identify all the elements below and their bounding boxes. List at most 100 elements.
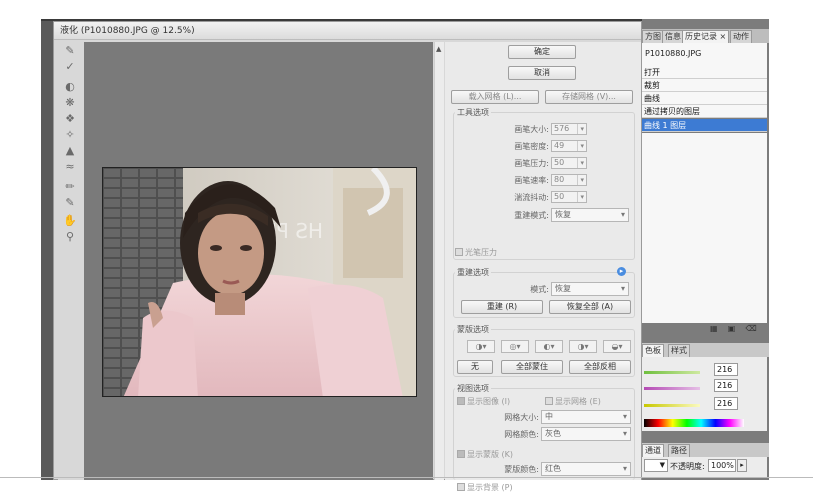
hand-icon[interactable]: ✋ — [62, 214, 78, 228]
replace-selection-icon[interactable]: ◑▾ — [467, 340, 495, 353]
show-backdrop-label: 显示背景 (P) — [467, 483, 513, 492]
panel-scrollbar[interactable]: ▲ — [434, 42, 444, 480]
liquify-dialog: 液化 (P1010880.JPG @ 12.5%) ✎ ✓ ◐ ❋ ❖ ✧ ▲ … — [53, 21, 642, 492]
scroll-up-icon[interactable]: ▲ — [436, 45, 441, 53]
zoom-icon[interactable]: ⚲ — [62, 230, 78, 244]
mask-all-button[interactable]: 全部蒙住 — [501, 360, 563, 374]
show-backdrop-checkbox[interactable]: 显示背景 (P) — [457, 482, 513, 493]
mask-options-title: 蒙版选项 — [455, 324, 491, 335]
brush-density-label: 画笔密度: — [514, 142, 549, 151]
add-to-selection-icon[interactable]: ◎▾ — [501, 340, 529, 353]
color-value-1[interactable]: 216 — [714, 363, 738, 376]
bloat-icon[interactable]: ❖ — [62, 112, 78, 126]
color-value-3[interactable]: 216 — [714, 397, 738, 410]
tab-histogram[interactable]: 方图 — [642, 30, 664, 43]
turbulent-jitter-label: 湍流抖动: — [514, 193, 549, 202]
tab-channels[interactable]: 通道 — [642, 444, 664, 457]
trash-icon[interactable]: ⌫ — [745, 324, 756, 333]
brush-pressure-field[interactable]: 50 — [551, 157, 587, 169]
history-tabs: 方图 信息 历史记录 × 动作 — [642, 29, 770, 43]
invert-selection-icon[interactable]: ◒▾ — [603, 340, 631, 353]
brush-rate-field[interactable]: 80 — [551, 174, 587, 186]
checkbox-box[interactable] — [545, 397, 553, 405]
mesh-color-select[interactable]: 灰色 — [541, 427, 631, 441]
forward-warp-icon[interactable]: ✎ — [62, 44, 78, 58]
show-image-checkbox[interactable]: 显示图像 (I) — [457, 396, 510, 407]
save-mesh-button[interactable]: 存储网格 (V)... — [545, 90, 633, 104]
color-slider-3[interactable] — [644, 404, 700, 407]
twirl-icon[interactable]: ◐ — [62, 80, 78, 94]
show-mask-checkbox[interactable]: 显示蒙版 (K) — [457, 449, 513, 460]
brush-density-field[interactable]: 49 — [551, 140, 587, 152]
load-mesh-button[interactable]: 载入网格 (L)... — [451, 90, 539, 104]
push-left-icon[interactable]: ✧ — [62, 128, 78, 142]
reconstruct-icon[interactable]: ✓ — [62, 60, 78, 74]
show-mask-label: 显示蒙版 (K) — [467, 450, 514, 459]
liquify-toolbar: ✎ ✓ ◐ ❋ ❖ ✧ ▲ ≈ ✏ ✎ ✋ ⚲ — [58, 42, 84, 480]
history-item-curves-layer[interactable]: 曲线 1 图层 — [642, 119, 767, 132]
intersect-selection-icon[interactable]: ◑▾ — [569, 340, 597, 353]
history-item-open[interactable]: 打开 — [642, 66, 767, 79]
color-value-2[interactable]: 216 — [714, 379, 738, 392]
snapshot-name: P1010880.JPG — [645, 49, 702, 58]
checkbox-box[interactable] — [457, 450, 465, 458]
history-item-crop[interactable]: 裁剪 — [642, 79, 767, 92]
tab-swatches[interactable]: 色板 — [642, 344, 664, 357]
snapshot-icon[interactable]: ▣ — [728, 324, 736, 333]
cancel-button[interactable]: 取消 — [508, 66, 576, 80]
tab-styles[interactable]: 样式 — [668, 344, 690, 357]
tab-actions[interactable]: 动作 — [730, 30, 752, 43]
stylus-pressure-checkbox[interactable]: 光笔压力 — [455, 247, 497, 258]
mask-color-select[interactable]: 红色 — [541, 462, 631, 476]
color-ramp[interactable] — [644, 419, 744, 427]
color-slider-1[interactable] — [644, 371, 700, 374]
history-item-layer-via-copy[interactable]: 通过拷贝的图层 — [642, 105, 767, 118]
mesh-size-select[interactable]: 中 — [541, 410, 631, 424]
preview-photo[interactable]: HS PLACE — [102, 167, 417, 397]
turbulence-icon[interactable]: ≈ — [62, 160, 78, 174]
invert-all-button[interactable]: 全部反相 — [569, 360, 631, 374]
reconstruct-mode-select[interactable]: 恢复 — [551, 282, 629, 296]
checkbox-box[interactable] — [455, 248, 463, 256]
checkbox-box[interactable] — [457, 397, 465, 405]
tool-options-title: 工具选项 — [455, 107, 491, 118]
preview-canvas[interactable]: HS PLACE — [84, 42, 433, 480]
opacity-arrow-icon[interactable]: ▸ — [737, 459, 747, 472]
thaw-mask-icon[interactable]: ✎ — [62, 196, 78, 210]
expand-icon[interactable]: ▸ — [617, 267, 626, 276]
mirror-icon[interactable]: ▲ — [62, 144, 78, 158]
tab-paths[interactable]: 路径 — [668, 444, 690, 457]
portrait-image: HS PLACE — [103, 168, 416, 396]
checkbox-box[interactable] — [457, 483, 465, 491]
brush-size-field[interactable]: 576 — [551, 123, 587, 135]
opacity-field[interactable]: 100% — [708, 459, 736, 472]
reconstruct-mode-label: 重建模式: — [514, 211, 549, 220]
layers-controls: ▼ 不透明度: 100% ▸ — [642, 457, 767, 477]
mesh-color-label: 网格颜色: — [504, 430, 539, 439]
mask-mode-icons: ◑▾ ◎▾ ◐▾ ◑▾ ◒▾ — [467, 340, 637, 354]
reconstruct-mode-select[interactable]: 恢复 — [551, 208, 629, 222]
brush-rate-label: 画笔速率: — [514, 176, 549, 185]
tab-history[interactable]: 历史记录 × — [682, 30, 730, 43]
view-options-title: 视图选项 — [455, 383, 491, 394]
mask-none-button[interactable]: 无 — [457, 360, 493, 374]
right-margin — [769, 19, 813, 480]
show-image-label: 显示图像 (I) — [467, 397, 511, 406]
color-slider-2[interactable] — [644, 387, 700, 390]
freeze-mask-icon[interactable]: ✏ — [62, 180, 78, 194]
stylus-pressure-label: 光笔压力 — [465, 248, 497, 257]
color-panel: 216 216 216 — [642, 357, 767, 431]
new-document-icon[interactable]: ▦ — [710, 324, 718, 333]
history-item-curves[interactable]: 曲线 — [642, 92, 767, 105]
show-mesh-label: 显示网格 (E) — [555, 397, 601, 406]
blend-mode-select[interactable]: ▼ — [644, 459, 668, 472]
ok-button[interactable]: 确定 — [508, 45, 576, 59]
reconstruct-button[interactable]: 重建 (R) — [461, 300, 543, 314]
subtract-selection-icon[interactable]: ◐▾ — [535, 340, 563, 353]
show-mesh-checkbox[interactable]: 显示网格 (E) — [545, 396, 601, 407]
pucker-icon[interactable]: ❋ — [62, 96, 78, 110]
turbulent-jitter-field[interactable]: 50 — [551, 191, 587, 203]
restore-all-button[interactable]: 恢复全部 (A) — [549, 300, 631, 314]
tab-info[interactable]: 信息 — [662, 30, 684, 43]
history-snapshot[interactable]: P1010880.JPG — [642, 43, 767, 67]
